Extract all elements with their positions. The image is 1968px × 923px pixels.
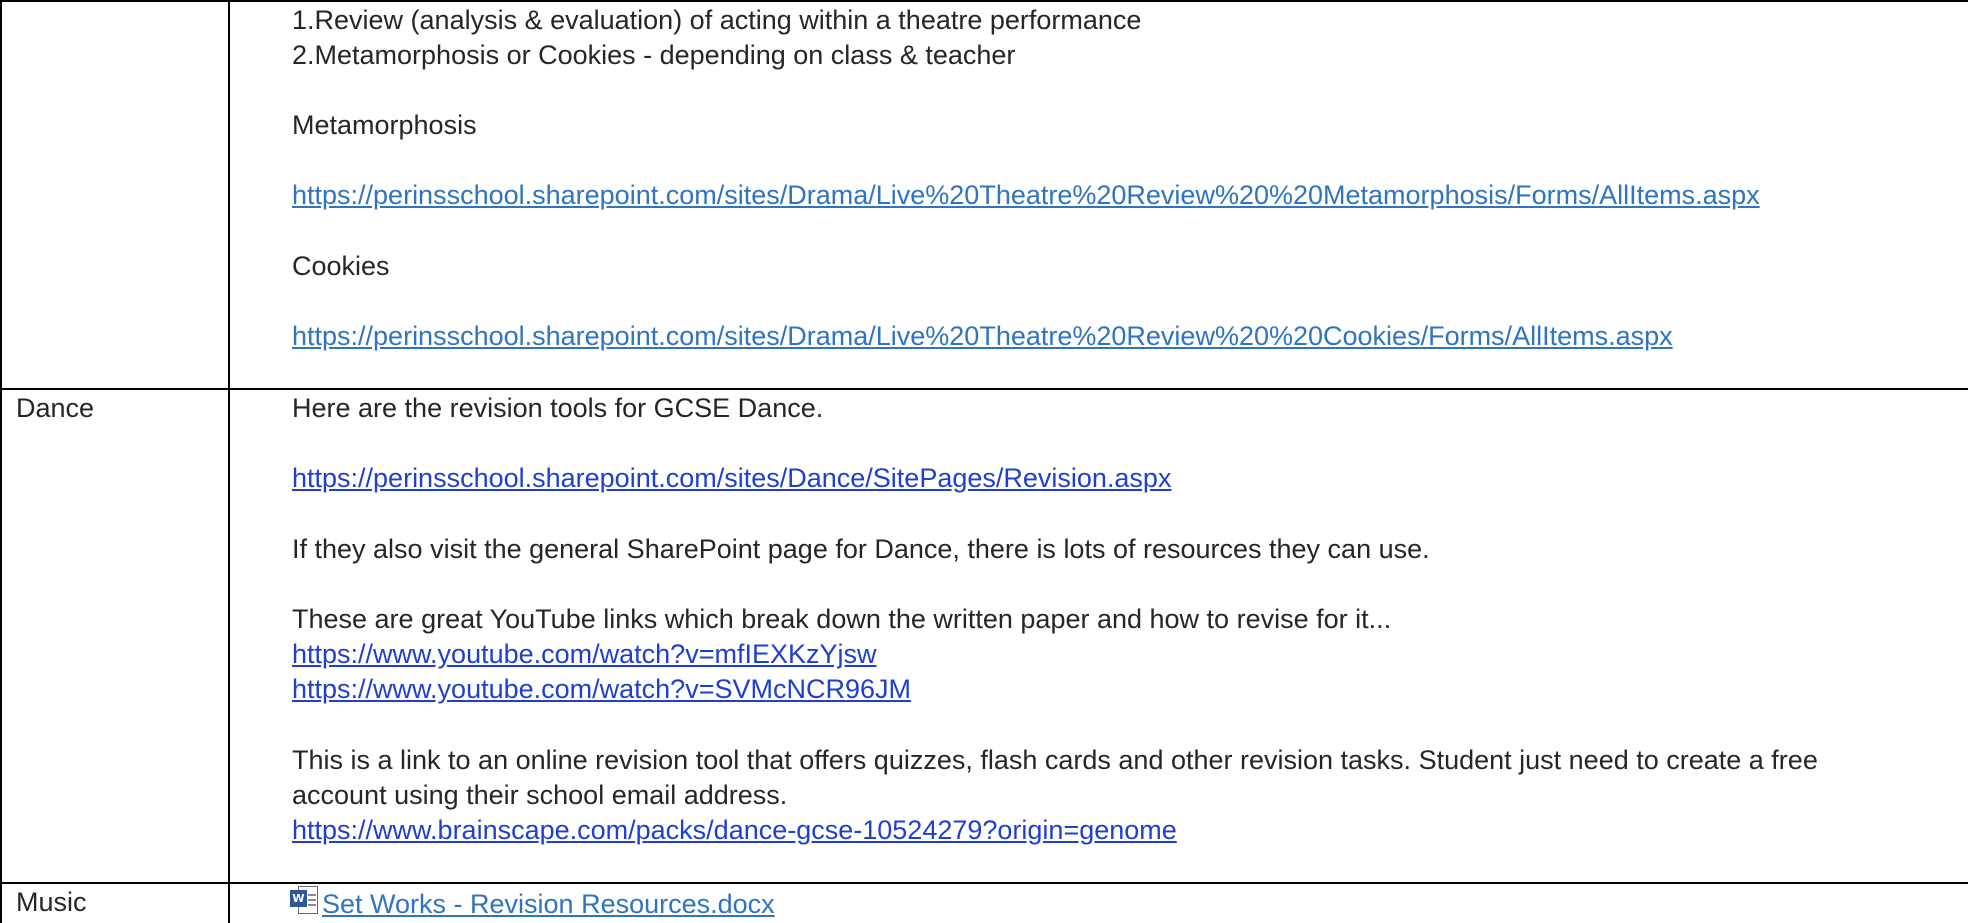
dance-intro: Here are the revision tools for GCSE Dan… bbox=[292, 393, 824, 423]
dance-brainscape-note-line-1: This is a link to an online revision too… bbox=[292, 745, 1818, 775]
dance-brainscape-note-line-2: account using their school email address… bbox=[292, 780, 788, 810]
metamorphosis-link[interactable]: https://perinsschool.sharepoint.com/site… bbox=[292, 178, 1760, 213]
dance-label: Dance bbox=[16, 393, 95, 423]
dance-youtube-note: These are great YouTube links which brea… bbox=[292, 604, 1392, 634]
cookies-link[interactable]: https://perinsschool.sharepoint.com/site… bbox=[292, 319, 1673, 354]
revision-table: 1.Review (analysis & evaluation) of acti… bbox=[0, 0, 1968, 923]
table-left-border bbox=[0, 0, 2, 923]
cookies-heading: Cookies bbox=[292, 251, 390, 281]
row-divider-dance-music bbox=[0, 882, 1968, 884]
row-divider-drama-dance bbox=[0, 388, 1968, 390]
youtube-link-2[interactable]: https://www.youtube.com/watch?v=SVMcNCR9… bbox=[292, 672, 911, 707]
drama-assessment-line-1: 1.Review (analysis & evaluation) of acti… bbox=[292, 5, 1142, 35]
word-document-icon: W bbox=[290, 886, 320, 916]
table-top-border bbox=[0, 0, 1968, 2]
column-divider bbox=[228, 0, 230, 923]
metamorphosis-heading: Metamorphosis bbox=[292, 110, 477, 140]
drama-assessment-line-2: 2.Metamorphosis or Cookies - depending o… bbox=[292, 40, 1016, 70]
dance-sharepoint-note: If they also visit the general SharePoin… bbox=[292, 534, 1430, 564]
youtube-link-1[interactable]: https://www.youtube.com/watch?v=mfIEXKzY… bbox=[292, 637, 876, 672]
dance-revision-link[interactable]: https://perinsschool.sharepoint.com/site… bbox=[292, 461, 1171, 496]
music-label: Music bbox=[16, 887, 87, 917]
music-file-link[interactable]: W Set Works - Revision Resources.docx bbox=[290, 886, 775, 922]
music-file-link-label: Set Works - Revision Resources.docx bbox=[322, 889, 775, 919]
brainscape-link[interactable]: https://www.brainscape.com/packs/dance-g… bbox=[292, 813, 1177, 848]
